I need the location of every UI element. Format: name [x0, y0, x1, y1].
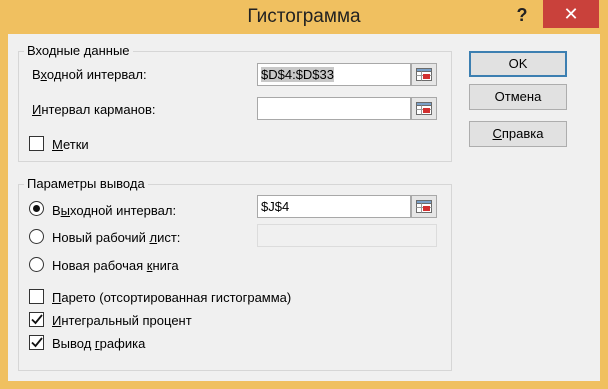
- cumulative-percent-label[interactable]: Интегральный процент: [52, 313, 192, 328]
- input-range-selector-button[interactable]: [411, 63, 437, 86]
- range-select-icon: [416, 68, 432, 81]
- cumulative-percent-checkbox[interactable]: [29, 312, 44, 327]
- labels-checkbox[interactable]: [29, 136, 44, 151]
- histogram-dialog: Гистограмма ? ✕ Входные данные Входной и…: [0, 0, 608, 389]
- ok-button[interactable]: OK: [469, 51, 567, 77]
- title-bar[interactable]: Гистограмма ? ✕: [0, 0, 608, 34]
- help-reference-button[interactable]: Справка: [469, 121, 567, 147]
- pareto-label[interactable]: Парето (отсортированная гистограмма): [52, 290, 291, 305]
- output-options-legend: Параметры вывода: [24, 176, 148, 191]
- labels-checkbox-label[interactable]: Метки: [52, 137, 89, 152]
- range-select-icon: [416, 200, 432, 213]
- new-workbook-label[interactable]: Новая рабочая книга: [52, 258, 179, 273]
- pareto-checkbox[interactable]: [29, 289, 44, 304]
- cancel-button[interactable]: Отмена: [469, 84, 567, 110]
- dialog-body: Входные данные Входной интервал: $D$4:$D…: [8, 34, 600, 381]
- bin-range-selector-button[interactable]: [411, 97, 437, 120]
- output-range-label[interactable]: Выходной интервал:: [52, 203, 176, 218]
- new-sheet-radio[interactable]: [29, 229, 44, 244]
- new-sheet-name-field[interactable]: [257, 224, 437, 247]
- bin-range-field[interactable]: [257, 97, 411, 120]
- help-button[interactable]: ?: [504, 0, 540, 30]
- input-range-label: Входной интервал:: [32, 67, 147, 82]
- chart-output-checkbox[interactable]: [29, 335, 44, 350]
- range-select-icon: [416, 102, 432, 115]
- checkmark-icon: [31, 337, 43, 348]
- chart-output-label[interactable]: Вывод графика: [52, 336, 145, 351]
- output-range-selector-button[interactable]: [411, 195, 437, 218]
- input-range-field[interactable]: $D$4:$D$33: [257, 63, 411, 86]
- checkmark-icon: [31, 314, 43, 325]
- output-range-radio[interactable]: [29, 201, 44, 216]
- radio-selected-dot: [33, 205, 40, 212]
- close-button[interactable]: ✕: [543, 0, 599, 28]
- new-workbook-radio[interactable]: [29, 257, 44, 272]
- bin-range-label: Интервал карманов:: [32, 102, 156, 117]
- new-sheet-label[interactable]: Новый рабочий лист:: [52, 230, 180, 245]
- output-range-field[interactable]: $J$4: [257, 195, 411, 218]
- input-data-legend: Входные данные: [24, 43, 133, 58]
